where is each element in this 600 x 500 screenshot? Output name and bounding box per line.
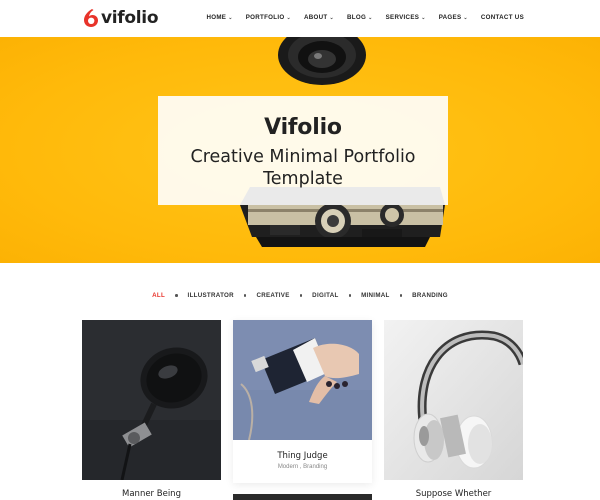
portfolio-image-headphones xyxy=(384,320,523,480)
hero-title: Vifolio xyxy=(264,115,342,140)
filter-all[interactable]: ALL xyxy=(152,292,165,299)
chevron-down-icon: ⌄ xyxy=(421,14,426,21)
nav-blog[interactable]: BLOG ⌄ xyxy=(347,14,373,21)
portfolio-image-bottle xyxy=(233,320,372,440)
logo-icon xyxy=(84,9,98,27)
nav-services-label: SERVICES xyxy=(385,14,420,21)
filter-illustrator[interactable]: ILLUSTRATOR xyxy=(188,292,234,299)
nav-services[interactable]: SERVICES ⌄ xyxy=(386,14,426,21)
hero-subtitle-line2: Template xyxy=(263,169,343,189)
nav-home-label: HOME xyxy=(206,14,227,21)
nav-home[interactable]: HOME ⌄ xyxy=(206,14,232,21)
logo-text: vifolio xyxy=(101,8,159,28)
chevron-down-icon: ⌄ xyxy=(368,14,373,21)
nav-blog-label: BLOG xyxy=(347,14,367,21)
nav-pages-label: PAGES xyxy=(438,14,462,21)
portfolio-image-pan xyxy=(82,320,221,480)
chevron-down-icon: ⌄ xyxy=(463,14,468,21)
hero-banner: Vifolio Creative Minimal Portfolio Templ… xyxy=(0,37,600,263)
portfolio-card[interactable]: Thing Judge Modern , Branding xyxy=(233,320,372,483)
nav-contact[interactable]: CONTACT US xyxy=(481,14,524,21)
nav-pages[interactable]: PAGES ⌄ xyxy=(439,14,468,21)
nav-portfolio-label: PORTFOLIO xyxy=(245,14,285,21)
nav-portfolio[interactable]: PORTFOLIO ⌄ xyxy=(246,14,291,21)
card-title: Thing Judge xyxy=(277,451,328,461)
hero-subtitle-line1: Creative Minimal Portfolio xyxy=(190,147,416,167)
portfolio-card[interactable]: Manner Being xyxy=(82,320,221,500)
filter-separator xyxy=(348,294,352,297)
filter-separator xyxy=(299,294,303,297)
main-nav: HOME ⌄ PORTFOLIO ⌄ ABOUT ⌄ BLOG ⌄ SERVICES ⌄ … xyxy=(193,14,524,21)
site-logo[interactable]: vifolio xyxy=(82,8,159,28)
portfolio-filters: ALL ILLUSTRATOR CREATIVE DIGITAL MINIMAL… xyxy=(0,292,600,299)
chevron-down-icon: ⌄ xyxy=(329,14,335,21)
filter-branding[interactable]: BRANDING xyxy=(412,292,448,299)
portfolio-card-partial[interactable] xyxy=(233,494,372,500)
filter-separator xyxy=(399,294,403,297)
filter-separator xyxy=(175,294,178,297)
hero-card: Vifolio Creative Minimal Portfolio Templ… xyxy=(158,96,448,205)
portfolio-card[interactable]: Suppose Whether xyxy=(384,320,523,500)
filter-separator xyxy=(243,294,247,297)
filter-minimal[interactable]: MINIMAL xyxy=(361,292,390,299)
nav-about[interactable]: ABOUT ⌄ xyxy=(304,14,334,21)
nav-contact-label: CONTACT US xyxy=(480,14,524,21)
filter-digital[interactable]: DIGITAL xyxy=(312,292,338,299)
chevron-down-icon: ⌄ xyxy=(228,14,233,21)
filter-creative[interactable]: CREATIVE xyxy=(256,292,289,299)
chevron-down-icon: ⌄ xyxy=(286,14,292,21)
nav-about-label: ABOUT xyxy=(304,14,328,21)
card-meta: Modern , Branding xyxy=(277,464,328,470)
card-title: Manner Being xyxy=(122,489,181,499)
card-title: Suppose Whether xyxy=(415,489,492,499)
site-header: vifolio HOME ⌄ PORTFOLIO ⌄ ABOUT ⌄ BLOG ⌄ SE… xyxy=(0,0,600,37)
